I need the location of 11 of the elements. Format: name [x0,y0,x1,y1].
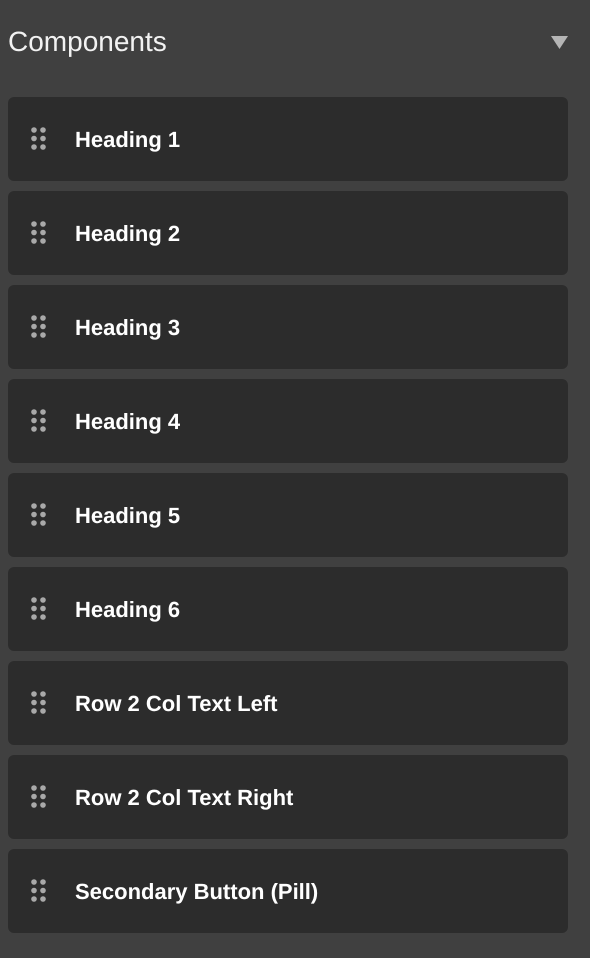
component-item[interactable]: Heading 4 [8,379,568,463]
panel-title: Components [8,25,167,59]
collapse-triangle-icon[interactable] [551,36,568,48]
component-item[interactable]: Heading 2 [8,191,568,275]
component-item[interactable]: Secondary Button (Pill) [8,849,568,933]
component-item[interactable]: Heading 5 [8,473,568,557]
component-item[interactable]: Row 2 Col Text Left [8,661,568,745]
component-item[interactable]: Heading 1 [8,97,568,181]
component-item[interactable]: Heading 3 [8,285,568,369]
component-item[interactable]: Row 2 Col Text Right [8,755,568,839]
component-item[interactable]: Heading 6 [8,567,568,651]
